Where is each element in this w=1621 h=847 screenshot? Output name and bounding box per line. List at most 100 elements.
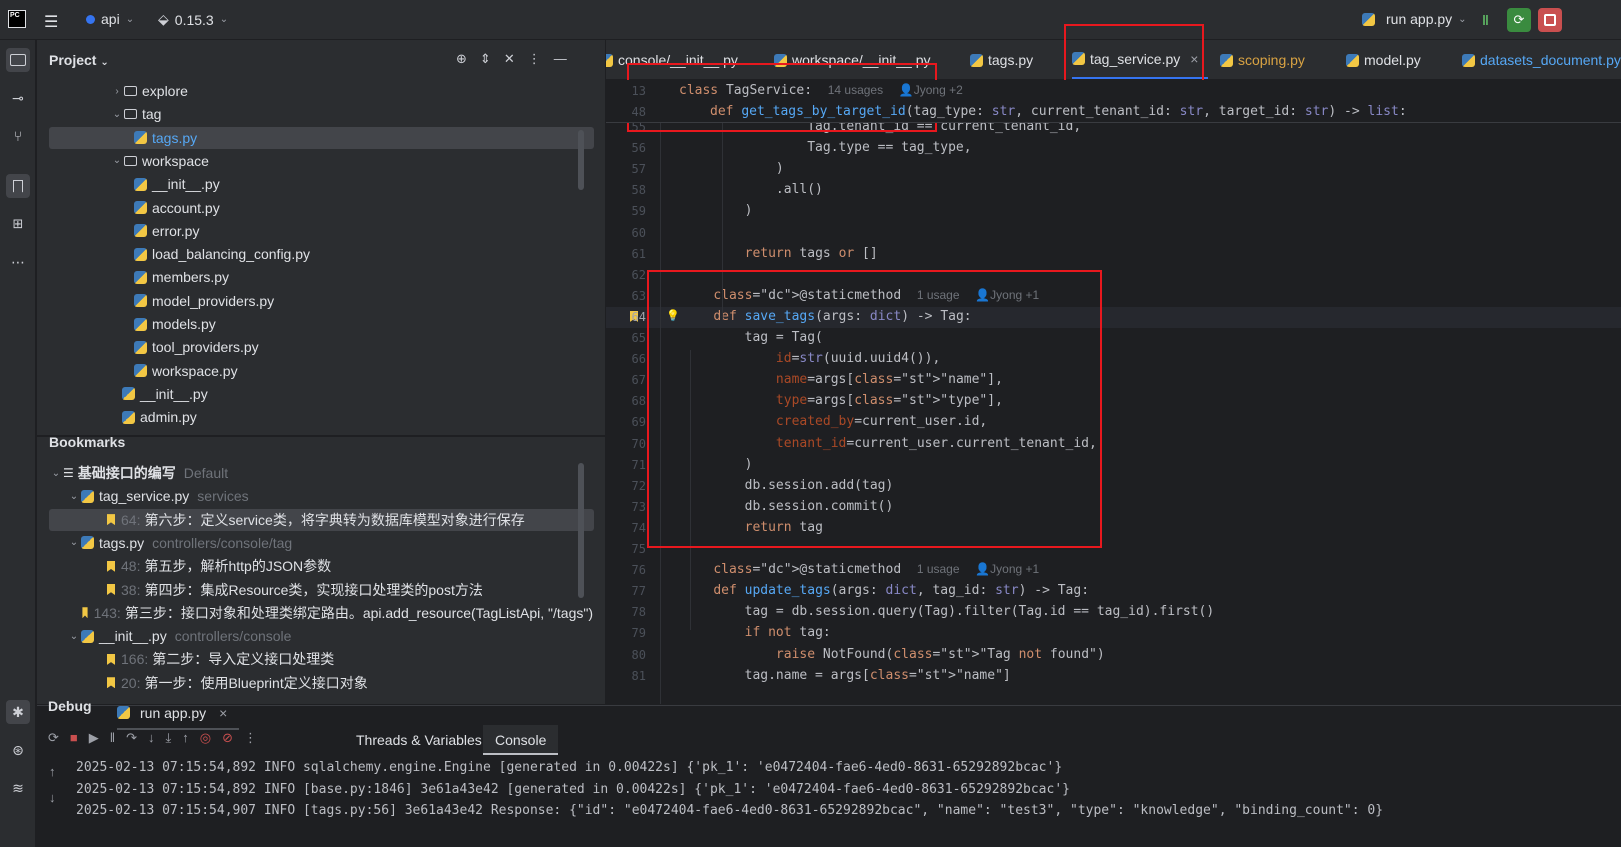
- project-scrollbar[interactable]: [578, 130, 584, 190]
- tab-model-py[interactable]: model.py: [1346, 40, 1431, 79]
- debug-session-tab[interactable]: run app.py ×: [117, 697, 240, 730]
- chevron-down-icon[interactable]: ⌄: [110, 155, 124, 166]
- line-number: 70: [631, 436, 646, 451]
- stop-icon[interactable]: ■: [70, 730, 78, 746]
- more-tools-icon[interactable]: ⋯: [6, 250, 30, 274]
- python-file-icon: [134, 340, 147, 354]
- author-hint: Jyong +2: [913, 83, 963, 97]
- tree-item[interactable]: members.py: [37, 266, 593, 288]
- tree-item-label: workspace: [142, 152, 209, 169]
- locate-file-icon[interactable]: ⊕: [456, 51, 467, 67]
- bookmark-file[interactable]: ⌄ tags.py controllers/console/tag: [37, 532, 593, 554]
- tree-item[interactable]: account.py: [37, 197, 593, 219]
- step-over-icon[interactable]: ↷: [126, 730, 137, 746]
- bookmark-item[interactable]: 38: 第四步：集成Resource类，实现接口处理类的post方法: [37, 579, 593, 601]
- chevron-down-icon[interactable]: ⌄: [67, 537, 81, 548]
- tree-item-label: model_providers.py: [152, 292, 275, 309]
- bookmark-label: __init__.py: [99, 628, 167, 645]
- pause-icon[interactable]: ‖: [110, 730, 115, 746]
- tree-item[interactable]: tool_providers.py: [37, 336, 593, 358]
- bookmark-line-number: 48:: [121, 558, 141, 575]
- main-menu-icon[interactable]: ☰: [44, 12, 58, 32]
- chevron-down-icon[interactable]: ⌄: [110, 109, 124, 120]
- chevron-down-icon[interactable]: ⌄: [67, 491, 81, 502]
- python-file-icon: [606, 53, 613, 67]
- view-breakpoints-icon[interactable]: ◎: [200, 730, 211, 746]
- bookmark-item[interactable]: 48: 第五步，解析http的JSON参数: [37, 555, 593, 577]
- bookmarks-panel-title: Bookmarks: [49, 434, 126, 450]
- chevron-down-icon: ⌄: [100, 57, 109, 68]
- branch-selector[interactable]: ⬙ 0.15.3 ⌄: [158, 11, 228, 28]
- commit-icon[interactable]: ⊸: [6, 86, 30, 110]
- project-folder-icon[interactable]: [6, 48, 30, 72]
- tree-item[interactable]: load_balancing_config.py: [37, 243, 593, 265]
- bookmarks-icon[interactable]: [6, 174, 30, 198]
- bookmark-item[interactable]: 143: 第三步：接口对象和处理类绑定路由。api.add_resource(Ta…: [37, 602, 593, 624]
- structure-icon[interactable]: ⊞: [6, 212, 30, 236]
- bookmark-file[interactable]: ⌄ tag_service.py services: [37, 485, 593, 507]
- step-out-icon[interactable]: ↑: [182, 730, 189, 746]
- tree-item-label: tool_providers.py: [152, 339, 259, 356]
- tree-item[interactable]: admin.py: [37, 406, 593, 428]
- usages-hint[interactable]: 14 usages: [828, 83, 883, 97]
- line-number: 60: [631, 225, 646, 240]
- close-icon[interactable]: ×: [219, 705, 227, 721]
- bookmark-file[interactable]: ⌄ __init__.py controllers/console: [37, 625, 593, 647]
- pull-requests-icon[interactable]: ⑂: [6, 124, 30, 148]
- expand-all-icon[interactable]: ⇕: [480, 51, 491, 67]
- bookmark-item[interactable]: 20: 第一步：使用Blueprint定义接口对象: [37, 672, 593, 694]
- tree-item[interactable]: __init__.py: [37, 383, 593, 405]
- line-number: 62: [631, 267, 646, 282]
- code-line: Tag.type == tag_type,: [682, 140, 972, 156]
- project-selector[interactable]: api ⌄: [86, 11, 134, 27]
- mute-breakpoints-icon[interactable]: ⊘: [222, 730, 233, 746]
- tree-item[interactable]: workspace.py: [37, 360, 593, 382]
- layers-icon[interactable]: ≋: [6, 776, 30, 800]
- line-number: 57: [631, 162, 646, 177]
- tree-item[interactable]: error.py: [37, 220, 593, 242]
- tree-item[interactable]: __init__.py: [37, 173, 593, 195]
- tab-scoping-py[interactable]: scoping.py: [1220, 40, 1315, 79]
- tree-item[interactable]: model_providers.py: [37, 290, 593, 312]
- tree-item[interactable]: ⌄ tag: [37, 103, 593, 125]
- line-number: 58: [631, 183, 646, 198]
- code-line: def update_tags(args: dict, tag_id: str)…: [713, 583, 1090, 599]
- more-options-icon[interactable]: ⋮: [244, 730, 257, 746]
- bookmark-line-number: 20:: [121, 674, 141, 691]
- run-config-selector[interactable]: run app.py ⌄: [1362, 11, 1467, 27]
- bookmark-group[interactable]: ⌄ ☰ 基础接口的编写 Default: [37, 462, 593, 484]
- debug-bug-icon[interactable]: ✱: [6, 700, 30, 724]
- stop-button[interactable]: [1538, 8, 1562, 32]
- hide-panel-icon[interactable]: —: [554, 51, 567, 67]
- tree-item[interactable]: ⌄ workspace: [37, 150, 593, 172]
- rerun-icon[interactable]: ⟳: [48, 730, 59, 746]
- scroll-up-icon[interactable]: ↑: [49, 764, 56, 779]
- tree-item[interactable]: › explore: [37, 80, 593, 102]
- usages-hint[interactable]: 1 usage: [917, 562, 960, 576]
- rerun-button[interactable]: ⟳: [1507, 8, 1531, 32]
- chevron-down-icon[interactable]: ⌄: [67, 631, 81, 642]
- bookmark-item[interactable]: 166: 第二步：导入定义接口处理类: [37, 648, 593, 670]
- chevron-right-icon[interactable]: ›: [110, 86, 124, 97]
- resume-icon[interactable]: ▶: [89, 730, 99, 746]
- tree-item[interactable]: models.py: [37, 313, 593, 335]
- bookmarks-scrollbar[interactable]: [578, 463, 584, 598]
- step-into-my-code-icon[interactable]: ⤓: [166, 730, 172, 746]
- line-number: 71: [631, 457, 646, 472]
- tab-datasets-document-py[interactable]: datasets_document.py: [1462, 40, 1621, 79]
- scroll-down-icon[interactable]: ↓: [49, 790, 56, 805]
- step-into-icon[interactable]: ↓: [148, 730, 155, 746]
- bookmark-item[interactable]: 64: 第六步：定义service类，将字典转为数据库模型对象进行保存: [49, 508, 594, 531]
- line-number: 59: [631, 204, 646, 219]
- debug-pause-icon[interactable]: ‖: [1482, 12, 1489, 28]
- chevron-down-icon[interactable]: ⌄: [49, 468, 63, 479]
- project-panel-header[interactable]: Project ⌄: [49, 52, 109, 68]
- python-console-icon[interactable]: ⊛: [6, 738, 30, 762]
- code-line: tag.name = args[class="st">"name"]: [682, 667, 1011, 683]
- tree-item[interactable]: tags.py: [49, 126, 594, 149]
- collapse-all-icon[interactable]: ✕: [504, 51, 515, 67]
- options-icon[interactable]: ⋮: [528, 51, 541, 67]
- tab-console[interactable]: Console: [483, 725, 559, 755]
- tab-tags-py[interactable]: tags.py: [970, 40, 1043, 79]
- tab-threads-variables[interactable]: Threads & Variables: [356, 732, 482, 748]
